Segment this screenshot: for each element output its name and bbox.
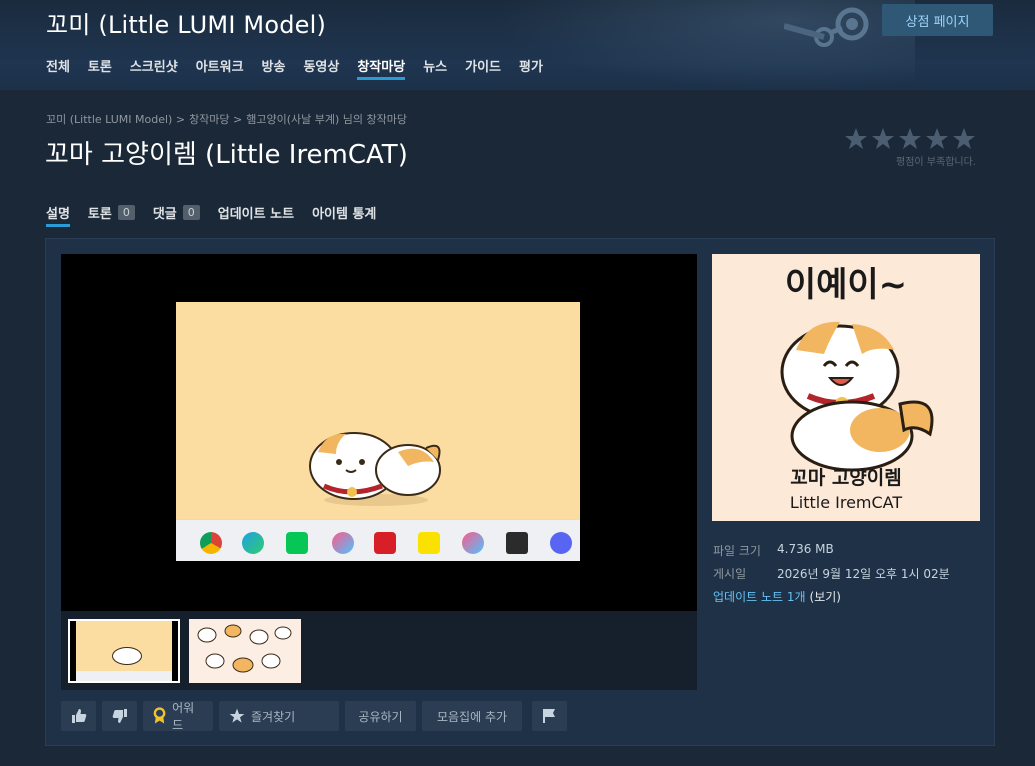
share-label: 공유하기 <box>358 709 403 724</box>
posted-row: 게시일 2026년 9월 12일 오후 1시 02분 <box>713 565 950 582</box>
thumbnail-cat-shape <box>112 647 142 665</box>
favorite-star-icon <box>229 708 245 723</box>
award-icon <box>153 707 166 724</box>
tab-changenotes[interactable]: 업데이트 노트 <box>218 203 294 227</box>
nav-all[interactable]: 전체 <box>46 56 70 80</box>
star-icon <box>845 128 867 149</box>
sub-tabs: 설명 토론 0 댓글 0 업데이트 노트 아이템 통계 <box>46 203 394 227</box>
update-notes-link[interactable]: 업데이트 노트 1개 <box>713 588 806 605</box>
thumbnail-1-image <box>76 621 172 681</box>
store-page-button[interactable]: 상점 페이지 <box>882 4 993 36</box>
tab-discussions-label: 토론 <box>87 207 112 222</box>
posted-label: 게시일 <box>713 567 747 581</box>
tab-description-label: 설명 <box>46 207 70 222</box>
breadcrumb-author[interactable]: 햄고양이(사날 부계) 님의 창작마당 <box>246 111 407 127</box>
tab-description[interactable]: 설명 <box>46 203 70 227</box>
preview-caption-en: Little IremCAT <box>790 493 903 512</box>
add-to-collection-button[interactable]: 모음집에 추가 <box>422 701 522 731</box>
share-button[interactable]: 공유하기 <box>345 701 416 731</box>
preview-title-text: 이예이~ <box>785 265 907 305</box>
app-icon <box>332 532 354 554</box>
nav-broadcasts[interactable]: 방송 <box>262 56 286 80</box>
tab-stats-label: 아이템 통계 <box>312 207 377 222</box>
nav-videos[interactable]: 동영상 <box>303 56 339 80</box>
line-icon <box>286 532 308 554</box>
vote-up-button[interactable] <box>61 701 96 731</box>
file-size-value: 4.736 MB <box>777 542 834 556</box>
chrome-icon <box>200 532 222 554</box>
favorite-button[interactable]: 즐겨찾기 <box>219 701 339 731</box>
app-title[interactable]: 꼬미 (Little LUMI Model) <box>46 5 326 40</box>
thumbnail-2[interactable] <box>189 619 301 683</box>
breadcrumb-workshop[interactable]: 창작마당 > <box>189 111 242 127</box>
thumbs-down-icon <box>112 709 127 723</box>
nav-discussions[interactable]: 토론 <box>88 56 112 80</box>
rating: 평점이 부족합니다. <box>836 127 976 168</box>
tab-changenotes-label: 업데이트 노트 <box>217 207 295 222</box>
tab-comments-label: 댓글 <box>152 207 177 222</box>
posted-value: 2026년 9월 12일 오후 1시 02분 <box>777 567 950 581</box>
breadcrumb: 꼬미 (Little LUMI Model) > 창작마당 > 햄고양이(사날 … <box>46 111 411 127</box>
award-button[interactable]: 어워드 <box>143 701 213 732</box>
thumbnail-stickers-image <box>197 624 292 673</box>
flag-icon <box>542 709 555 723</box>
discussions-count-badge: 0 <box>117 205 135 220</box>
nav-artwork[interactable]: 아트워크 <box>196 56 244 80</box>
vote-down-button[interactable] <box>102 701 137 731</box>
file-size-row: 파일 크기 4.736 MB <box>713 542 950 559</box>
nav-workshop[interactable]: 창작마당 <box>357 56 405 80</box>
award-label: 어워드 <box>172 701 195 732</box>
comments-count-badge: 0 <box>182 205 200 220</box>
main-nav: 전체 토론 스크린샷 아트워크 방송 동영상 창작마당 뉴스 가이드 평가 <box>46 56 561 80</box>
rating-stars <box>836 127 976 151</box>
preview-caption-ko: 꼬마 고양이렘 <box>790 467 902 489</box>
nav-reviews[interactable]: 평가 <box>519 56 543 80</box>
item-details: 파일 크기 4.736 MB 게시일 2026년 9월 12일 오후 1시 02… <box>713 542 950 611</box>
edge-icon <box>242 532 264 554</box>
tab-stats[interactable]: 아이템 통계 <box>312 203 376 227</box>
rating-note: 평점이 부족합니다. <box>896 157 976 168</box>
preview-cat-illustration: 이예이~ 꼬마 고양이렘 Little IremCAT <box>780 265 934 512</box>
kakaotalk-icon <box>418 532 440 554</box>
steam-logo-icon <box>784 7 869 47</box>
update-notes-row: 업데이트 노트 1개 (보기) <box>713 588 950 605</box>
breadcrumb-app[interactable]: 꼬미 (Little LUMI Model) > <box>46 111 185 127</box>
thumbnail-taskbar <box>76 671 172 681</box>
thumbnail-1[interactable] <box>68 619 180 683</box>
thumbnail-strip <box>61 611 697 690</box>
star-icon <box>872 128 894 149</box>
star-icon <box>926 128 948 149</box>
pdf-icon <box>374 532 396 554</box>
star-icon <box>899 128 921 149</box>
app-icon <box>462 532 484 554</box>
content-panel: 이예이~ 꼬마 고양이렘 Little IremCAT 파일 크기 4.736 … <box>45 238 995 746</box>
tab-comments[interactable]: 댓글 0 <box>153 203 200 227</box>
media-viewer[interactable] <box>61 254 697 611</box>
file-size-label: 파일 크기 <box>713 544 761 558</box>
taskbar-image <box>176 519 580 561</box>
thumbs-up-icon <box>71 709 86 723</box>
view-update-notes-link[interactable]: (보기) <box>810 588 841 605</box>
favorite-label: 즐겨찾기 <box>251 709 296 724</box>
add-to-collection-label: 모음집에 추가 <box>436 709 508 724</box>
discord-icon <box>550 532 572 554</box>
tab-discussions[interactable]: 토론 0 <box>88 203 135 227</box>
star-icon <box>953 128 975 149</box>
page-title: 꼬마 고양이렘 (Little IremCAT) <box>45 140 408 170</box>
preview-video-frame <box>176 302 580 561</box>
nav-guides[interactable]: 가이드 <box>465 56 501 80</box>
report-button[interactable] <box>532 701 567 731</box>
preview-image[interactable]: 이예이~ 꼬마 고양이렘 Little IremCAT <box>712 254 980 521</box>
nav-screenshots[interactable]: 스크린샷 <box>130 56 178 80</box>
action-bar: 어워드 즐겨찾기 공유하기 모음집에 추가 <box>61 701 567 732</box>
app-header: 꼬미 (Little LUMI Model) 상점 페이지 전체 토론 스크린샷… <box>0 0 1035 90</box>
terminal-icon <box>506 532 528 554</box>
nav-news[interactable]: 뉴스 <box>423 56 447 80</box>
